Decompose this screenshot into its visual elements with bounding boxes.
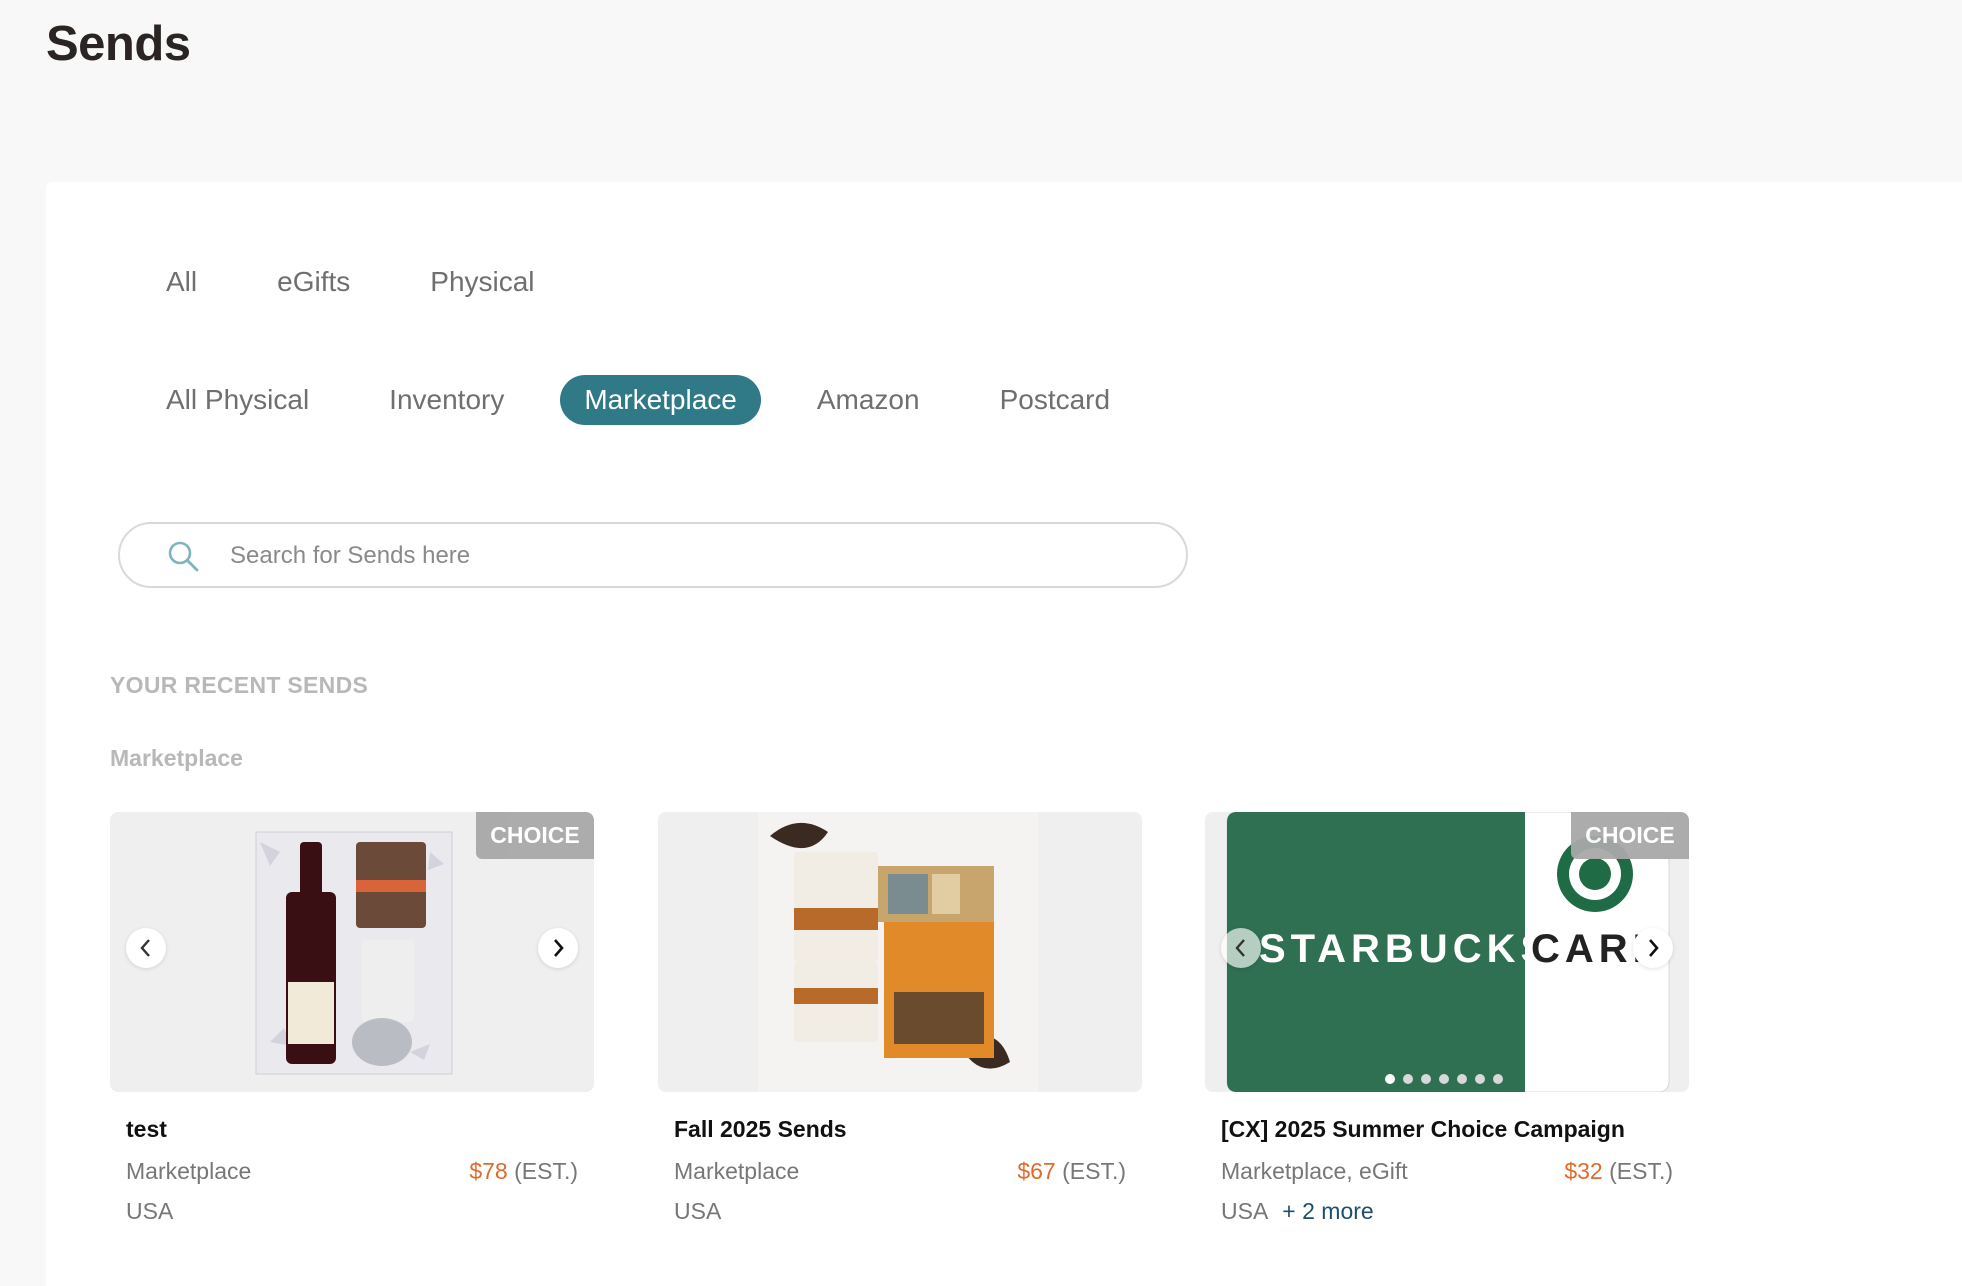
country-label: USA [126, 1198, 174, 1224]
carousel-dot[interactable] [1457, 1074, 1467, 1084]
carousel-dot[interactable] [1493, 1074, 1503, 1084]
send-country: USA [674, 1198, 721, 1225]
carousel-next-button[interactable] [1633, 928, 1673, 968]
price-suffix: (EST.) [514, 1158, 578, 1184]
tab-postcard[interactable]: Postcard [976, 375, 1135, 425]
tab-marketplace[interactable]: Marketplace [560, 375, 761, 425]
more-countries-link[interactable]: + 2 more [1282, 1198, 1373, 1224]
price-suffix: (EST.) [1062, 1158, 1126, 1184]
tab-physical[interactable]: Physical [406, 257, 558, 307]
carousel-prev-button[interactable] [126, 928, 166, 968]
price-amount: $32 [1564, 1158, 1603, 1184]
send-type: Marketplace, eGift [1221, 1158, 1408, 1184]
send-card[interactable]: CHOICE test Marketplace $78 (EST.) USA [110, 812, 594, 1252]
country-label: USA [1221, 1198, 1269, 1224]
choice-badge: CHOICE [1571, 812, 1689, 859]
tab-egifts[interactable]: eGifts [253, 257, 374, 307]
tab-all-physical[interactable]: All Physical [142, 375, 333, 425]
price-amount: $67 [1017, 1158, 1056, 1184]
send-type: Marketplace [674, 1158, 800, 1184]
carousel-prev-button[interactable] [1221, 928, 1261, 968]
price-suffix: (EST.) [1609, 1158, 1673, 1184]
send-name[interactable]: Fall 2025 Sends [674, 1116, 847, 1143]
page-title: Sends [46, 17, 191, 71]
tab-amazon[interactable]: Amazon [793, 375, 944, 425]
recent-sends-heading: YOUR RECENT SENDS [110, 672, 369, 698]
chevron-right-icon [1649, 939, 1659, 957]
send-type: Marketplace [126, 1158, 252, 1184]
choice-badge: CHOICE [476, 812, 594, 859]
send-price: $78 (EST.) [469, 1158, 578, 1185]
sends-panel: All eGifts Physical All Physical Invento… [46, 182, 1962, 1286]
search-bar [118, 522, 1188, 588]
primary-tabs: All eGifts Physical [142, 257, 591, 307]
carousel-dots [1385, 1074, 1503, 1084]
chevron-right-icon [554, 939, 564, 957]
carousel-dot[interactable] [1439, 1074, 1449, 1084]
tab-all[interactable]: All [142, 257, 221, 307]
marketplace-subheading: Marketplace [110, 745, 243, 771]
country-label: USA [674, 1198, 722, 1224]
price-amount: $78 [469, 1158, 508, 1184]
send-price: $67 (EST.) [1017, 1158, 1126, 1185]
send-name[interactable]: [CX] 2025 Summer Choice Campaign [1221, 1116, 1625, 1143]
carousel-dot[interactable] [1475, 1074, 1485, 1084]
send-card[interactable]: STARBUCKS CARD CHOICE [CX] 2025 Summer C… [1205, 812, 1689, 1252]
search-icon [168, 541, 199, 572]
send-card[interactable]: Fall 2025 Sends Marketplace $67 (EST.) U… [658, 812, 1142, 1252]
secondary-tabs: All Physical Inventory Marketplace Amazo… [142, 375, 1166, 425]
send-country: USA [126, 1198, 173, 1225]
carousel-dot[interactable] [1421, 1074, 1431, 1084]
chevron-left-icon [1235, 939, 1245, 957]
wine-gift-box-image: CHOICE [110, 812, 594, 1092]
carousel-next-button[interactable] [538, 928, 578, 968]
send-price: $32 (EST.) [1564, 1158, 1673, 1185]
starbucks-card-image: STARBUCKS CARD CHOICE [1205, 812, 1689, 1092]
fall-gift-box-image [658, 812, 1142, 1092]
send-name[interactable]: test [126, 1116, 167, 1143]
carousel-dot[interactable] [1403, 1074, 1413, 1084]
send-country: USA + 2 more [1221, 1198, 1374, 1225]
search-input[interactable] [230, 534, 1130, 578]
tab-inventory[interactable]: Inventory [365, 375, 528, 425]
chevron-left-icon [140, 939, 150, 957]
svg-text:STARBUCKS: STARBUCKS [1259, 927, 1552, 971]
carousel-dot[interactable] [1385, 1074, 1395, 1084]
